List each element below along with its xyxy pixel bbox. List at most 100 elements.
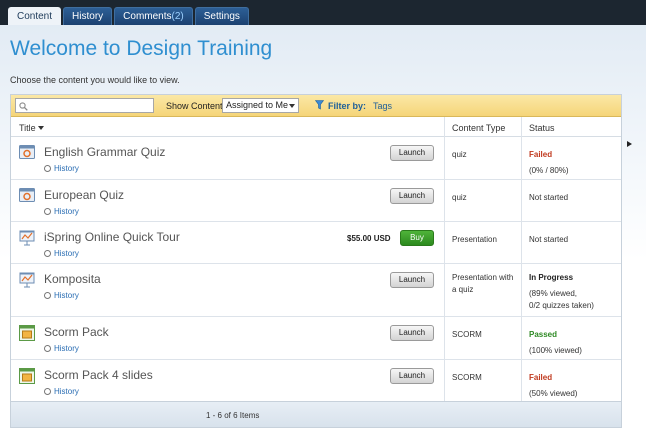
filter-bar: Show Content: Assigned to Me Filter by: … xyxy=(11,95,621,117)
column-divider xyxy=(444,117,445,401)
content-title[interactable]: European Quiz xyxy=(44,188,124,202)
sort-down-icon xyxy=(37,126,44,130)
history-link[interactable]: History xyxy=(44,249,79,258)
clock-icon xyxy=(44,250,51,257)
content-type: quiz xyxy=(452,193,467,202)
table-row: Scorm Pack 4 slides History Launch SCORM… xyxy=(11,360,621,403)
chevron-down-icon xyxy=(289,104,295,108)
page-title: Welcome to Design Training xyxy=(10,37,273,60)
table-row: Komposita History Launch Presentation wi… xyxy=(11,264,621,317)
status-detail: (100% viewed) xyxy=(529,346,582,355)
status-cell: Not started xyxy=(529,234,568,246)
tab-strip: Content History Comments(2) Settings xyxy=(8,7,249,25)
show-content-select[interactable]: Assigned to Me xyxy=(222,98,299,113)
history-label: History xyxy=(54,387,79,396)
status-badge: Passed xyxy=(529,330,558,339)
tab-comments[interactable]: Comments(2) xyxy=(114,7,193,25)
table-row: Scorm Pack History Launch SCORM Passed (… xyxy=(11,317,621,360)
status-detail: (50% viewed) xyxy=(529,389,578,398)
table-header: Title Content Type Status xyxy=(11,117,621,137)
column-divider xyxy=(521,117,522,401)
content-title[interactable]: Scorm Pack 4 slides xyxy=(44,368,153,382)
status-column-header: Status xyxy=(529,123,555,133)
launch-button[interactable]: Launch xyxy=(390,188,434,204)
quiz-icon xyxy=(19,188,35,202)
filter-by-label: Filter by: xyxy=(328,101,367,111)
price: $55.00 USD xyxy=(347,234,391,243)
table-row: iSpring Online Quick Tour History $55.00… xyxy=(11,222,621,264)
history-link[interactable]: History xyxy=(44,344,79,353)
tags-link[interactable]: Tags xyxy=(373,101,392,111)
content-type: SCORM xyxy=(452,373,482,382)
content-type-line: a quiz xyxy=(452,285,474,294)
content-type: Presentation with a quiz xyxy=(452,272,524,296)
status-cell: Failed (0% / 80%) xyxy=(529,149,569,177)
clock-icon xyxy=(44,292,51,299)
mouse-pointer-icon xyxy=(627,141,632,147)
title-header-label: Title xyxy=(19,123,36,133)
history-label: History xyxy=(54,249,79,258)
buy-button[interactable]: Buy xyxy=(400,230,434,246)
pagination-info: 1 - 6 of 6 Items xyxy=(206,411,260,420)
history-link[interactable]: History xyxy=(44,207,79,216)
status-detail: (0% / 80%) xyxy=(529,166,569,175)
scorm-icon xyxy=(19,368,35,384)
launch-button[interactable]: Launch xyxy=(390,325,434,341)
intro-text: Choose the content you would like to vie… xyxy=(10,75,180,85)
search-icon xyxy=(19,102,28,111)
presentation-icon xyxy=(19,272,35,288)
clock-icon xyxy=(44,388,51,395)
presentation-icon xyxy=(19,230,35,246)
launch-button[interactable]: Launch xyxy=(390,368,434,384)
content-type-line: Presentation with xyxy=(452,273,514,282)
history-link[interactable]: History xyxy=(44,387,79,396)
table-row: English Grammar Quiz History Launch quiz… xyxy=(11,137,621,180)
content-title[interactable]: iSpring Online Quick Tour xyxy=(44,230,180,244)
search-input[interactable] xyxy=(31,100,151,111)
quiz-icon xyxy=(19,145,35,159)
launch-button[interactable]: Launch xyxy=(390,272,434,288)
clock-icon xyxy=(44,165,51,172)
top-bar: Content History Comments(2) Settings xyxy=(0,0,646,25)
scorm-icon xyxy=(19,325,35,341)
status-cell: Failed (50% viewed) xyxy=(529,372,577,400)
history-link[interactable]: History xyxy=(44,164,79,173)
history-label: History xyxy=(54,291,79,300)
show-content-label: Show Content: xyxy=(166,101,226,111)
show-content-value: Assigned to Me xyxy=(226,100,289,110)
status-badge: Not started xyxy=(529,235,569,244)
history-label: History xyxy=(54,344,79,353)
status-badge: Failed xyxy=(529,373,553,382)
launch-button[interactable]: Launch xyxy=(390,145,434,161)
status-cell: Passed (100% viewed) xyxy=(529,329,582,357)
status-badge: In Progress xyxy=(529,273,574,282)
clock-icon xyxy=(44,208,51,215)
status-detail: 0/2 quizzes taken) xyxy=(529,301,594,310)
status-detail: (89% viewed, xyxy=(529,289,578,298)
tab-content[interactable]: Content xyxy=(8,7,62,25)
content-type-column-header: Content Type xyxy=(452,123,506,133)
tab-comments-label: Comments xyxy=(123,11,172,22)
comments-count: (2) xyxy=(171,11,184,22)
status-badge: Not started xyxy=(529,193,569,202)
history-label: History xyxy=(54,207,79,216)
content-type: quiz xyxy=(452,150,467,159)
status-cell: Not started xyxy=(529,192,568,204)
title-column-header[interactable]: Title xyxy=(19,123,44,133)
tab-history[interactable]: History xyxy=(63,7,113,25)
content-panel: Show Content: Assigned to Me Filter by: … xyxy=(10,94,622,428)
status-cell: In Progress (89% viewed, 0/2 quizzes tak… xyxy=(529,272,594,312)
table-row: European Quiz History Launch quiz Not st… xyxy=(11,180,621,222)
search-box[interactable] xyxy=(15,98,154,113)
content-title[interactable]: English Grammar Quiz xyxy=(44,145,165,159)
content-title[interactable]: Komposita xyxy=(44,272,101,286)
content-type: SCORM xyxy=(452,330,482,339)
history-link[interactable]: History xyxy=(44,291,79,300)
filter-icon xyxy=(315,100,324,110)
clock-icon xyxy=(44,345,51,352)
content-type: Presentation xyxy=(452,235,497,244)
tab-settings[interactable]: Settings xyxy=(194,7,249,25)
content-title[interactable]: Scorm Pack xyxy=(44,325,109,339)
pagination-bar: 1 - 6 of 6 Items xyxy=(11,401,621,427)
status-badge: Failed xyxy=(529,150,553,159)
